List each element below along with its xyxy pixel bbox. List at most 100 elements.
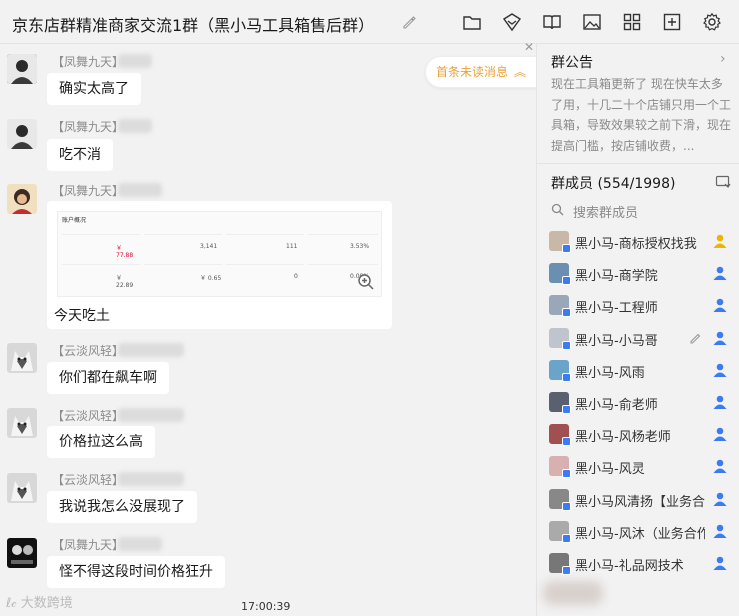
search-placeholder: 搜索群成员 xyxy=(573,206,639,221)
stat-cell: 0 xyxy=(226,264,304,288)
message-bubble[interactable]: 价格拉这么高 xyxy=(47,426,155,458)
member-name: 黑小马-礼品网技术 xyxy=(575,559,684,574)
member-item[interactable]: 黑小马风清扬【业务合作 xyxy=(537,483,739,515)
member-badge-icon xyxy=(562,501,571,511)
avatar[interactable] xyxy=(7,538,37,568)
avatar[interactable] xyxy=(7,343,37,373)
image-message[interactable]: 账户概况 ￥ 77.88 3,141 111 3.53% ￥ 22.89 ￥ 0… xyxy=(47,201,392,329)
notice-title[interactable]: 群公告 xyxy=(551,52,593,72)
folder-icon[interactable] xyxy=(462,12,482,32)
avatar[interactable] xyxy=(7,184,37,214)
notice-text[interactable]: 现在工具箱更新了 现在快车太多了用，十几二十个店铺只用一个工具箱，导致效果较之前… xyxy=(551,74,731,156)
member-search[interactable]: 搜索群成员 xyxy=(551,201,731,221)
cube-send-icon[interactable] xyxy=(502,12,522,32)
member-badge-icon xyxy=(562,244,571,253)
avatar[interactable] xyxy=(7,473,37,503)
admin-role-icon xyxy=(712,330,728,346)
admin-role-icon xyxy=(712,523,728,539)
sender-name: 【云淡风轻】 xyxy=(52,344,125,358)
add-square-icon[interactable] xyxy=(662,12,682,32)
member-name: 黑小马-风沐（业务合作 xyxy=(575,526,705,542)
chat-area[interactable]: 【凤舞九天】 确实太高了 【凤舞九天】 吃不消 【凤舞九天】 账户概况 ￥ 77… xyxy=(0,44,536,616)
message-timestamp: 17:00:39 xyxy=(241,600,291,613)
member-badge-icon xyxy=(562,405,571,414)
admin-role-icon xyxy=(712,426,728,442)
blurred-title xyxy=(118,54,152,68)
image-icon[interactable] xyxy=(582,12,602,32)
edit-icon[interactable] xyxy=(689,330,703,344)
blurred-title xyxy=(118,408,184,422)
member-manage-icon[interactable] xyxy=(715,174,731,190)
member-item[interactable]: 黑小马-礼品网技术 xyxy=(537,547,739,579)
member-name: 黑小马-风雨 xyxy=(575,365,645,381)
member-name: 黑小马风清扬【业务合作 xyxy=(575,494,705,510)
first-unread-button[interactable]: 首条未读消息 ︽ xyxy=(425,56,537,88)
member-item[interactable]: 黑小马-商标授权找我 xyxy=(537,225,739,257)
member-name: 黑小马-俞老师 xyxy=(575,398,658,413)
blurred-member xyxy=(543,581,603,605)
owner-role-icon xyxy=(712,233,728,249)
zoom-in-icon[interactable] xyxy=(357,273,375,291)
blurred-title xyxy=(118,119,152,133)
member-item[interactable]: 黑小马-小马哥 xyxy=(537,322,739,354)
divider xyxy=(537,163,739,164)
member-name: 黑小马-小马哥 xyxy=(575,333,658,349)
stat-cell: ￥ 0.65 xyxy=(144,264,222,288)
admin-role-icon xyxy=(712,555,728,571)
chevron-right-icon[interactable]: › xyxy=(720,51,726,67)
blurred-title xyxy=(118,472,184,486)
sender-name: 【凤舞九天】 xyxy=(52,55,125,69)
edit-title-icon[interactable] xyxy=(401,14,417,30)
member-item[interactable]: 黑小马-风雨 xyxy=(537,354,739,386)
member-item[interactable]: 黑小马-风灵 xyxy=(537,450,739,482)
message-bubble[interactable]: 吃不消 xyxy=(47,139,113,171)
stat-cell: ￥ 22.89 xyxy=(62,264,140,289)
member-item[interactable]: 黑小马-商学院 xyxy=(537,257,739,289)
group-title: 京东店群精准商家交流1群（黑小马工具箱售后群） xyxy=(12,16,375,35)
gear-icon[interactable] xyxy=(702,12,722,32)
double-chevron-up-icon: ︽ xyxy=(513,65,526,79)
member-badge-icon xyxy=(562,372,571,382)
member-item[interactable]: 黑小马-风杨老师 xyxy=(537,418,739,450)
member-badge-icon xyxy=(562,533,571,543)
member-item[interactable]: 黑小马-工程师 xyxy=(537,289,739,321)
member-name: 黑小马-工程师 xyxy=(575,301,658,317)
member-item[interactable]: 黑小马-风沐（业务合作 xyxy=(537,515,739,547)
admin-role-icon xyxy=(712,297,728,313)
message-bubble[interactable]: 你们都在飙车啊 xyxy=(47,362,169,394)
member-name: 黑小马-商学院 xyxy=(575,269,658,285)
avatar[interactable] xyxy=(7,408,37,438)
member-badge-icon xyxy=(562,566,571,575)
member-badge-icon xyxy=(562,308,571,318)
members-title: 群成员 (554/1998) xyxy=(551,176,676,192)
shared-screenshot[interactable]: 账户概况 ￥ 77.88 3,141 111 3.53% ￥ 22.89 ￥ 0… xyxy=(57,211,382,297)
avatar[interactable] xyxy=(7,119,37,149)
unread-label: 首条未读消息 xyxy=(436,65,509,79)
admin-role-icon xyxy=(712,265,728,281)
book-icon[interactable] xyxy=(542,12,562,32)
blurred-title xyxy=(118,183,162,197)
screenshot-header: 账户概况 xyxy=(62,217,87,224)
member-name: 黑小马-风灵 xyxy=(575,462,645,478)
sender-name: 【云淡风轻】 xyxy=(52,473,125,487)
search-icon xyxy=(551,203,564,216)
apps-grid-icon[interactable] xyxy=(622,12,642,32)
stat-cell: ￥ 77.88 xyxy=(62,234,140,259)
message-bubble[interactable]: 怪不得这段时间价格狂升 xyxy=(47,556,225,588)
message-bubble[interactable]: 确实太高了 xyxy=(47,73,141,105)
watermark-icon: ℓ𝒸 xyxy=(6,596,21,611)
member-name: 黑小马-商标授权找我 xyxy=(575,237,697,252)
avatar[interactable] xyxy=(7,54,37,84)
message-bubble[interactable]: 我说我怎么没展现了 xyxy=(47,491,197,523)
blurred-title xyxy=(118,343,184,357)
watermark-logo: ℓ𝒸 大数跨境 xyxy=(6,596,73,611)
admin-role-icon xyxy=(712,394,728,410)
admin-role-icon xyxy=(712,362,728,378)
member-badge-icon xyxy=(562,340,571,350)
admin-role-icon xyxy=(712,491,728,507)
stat-cell: 3.53% xyxy=(308,234,378,258)
sender-name: 【凤舞九天】 xyxy=(52,184,125,198)
member-badge-icon xyxy=(562,276,571,286)
close-icon[interactable]: ✕ xyxy=(524,40,534,54)
member-item[interactable]: 黑小马-俞老师 xyxy=(537,386,739,418)
